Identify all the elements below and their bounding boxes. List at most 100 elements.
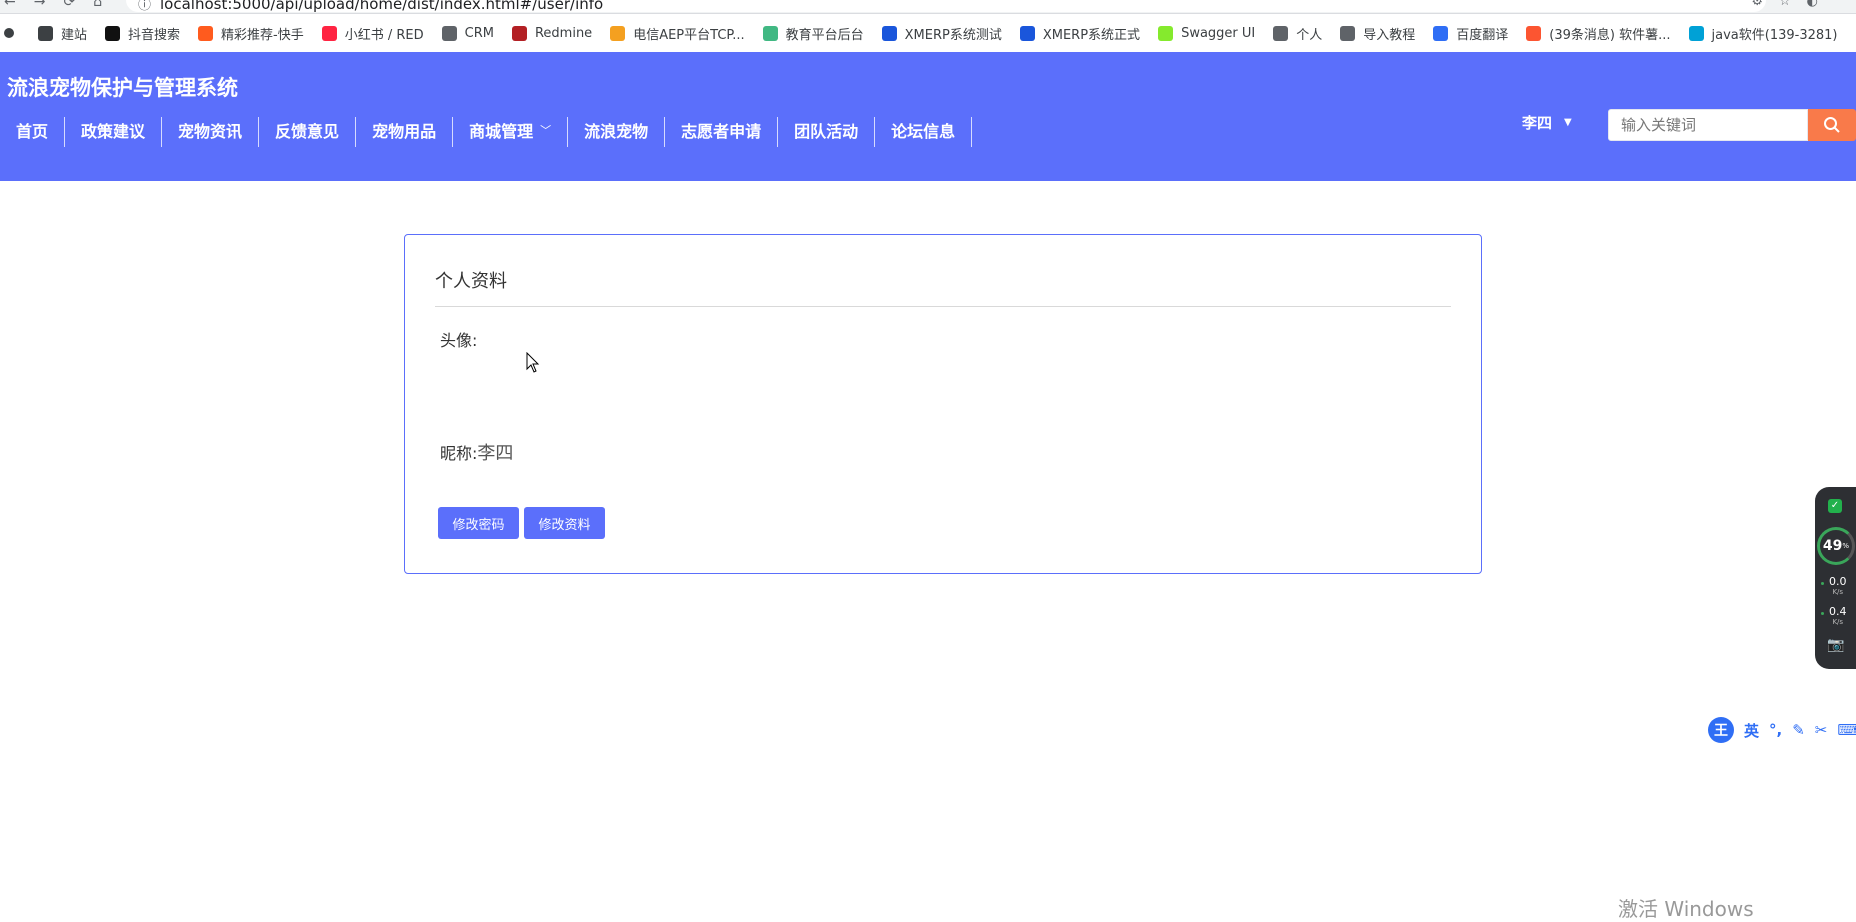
nav-item-label: 团队活动: [794, 122, 859, 141]
nav-item-label: 宠物用品: [372, 122, 437, 141]
usage-percent: 49: [1822, 538, 1843, 554]
bookmark-favicon-icon: [1340, 25, 1356, 41]
scissors-icon[interactable]: ✂: [1815, 721, 1828, 739]
nav-item[interactable]: 反馈意见: [259, 117, 357, 147]
nav-item-label: 志愿者申请: [681, 122, 762, 141]
bookmark-label: 小红书 / RED: [344, 27, 424, 43]
browser-nav-icons[interactable]: ←→⟳⌂: [4, 0, 120, 10]
nav-item[interactable]: 宠物用品: [356, 117, 454, 147]
bookmark-label: 百度翻译: [1456, 27, 1509, 43]
card-title: 个人资料: [435, 271, 507, 292]
chevron-down-icon[interactable]: ﹀: [540, 116, 551, 146]
nickname-label: 昵称:: [440, 444, 478, 463]
nav-item[interactable]: 论坛信息: [875, 117, 973, 147]
card-divider: [435, 306, 1451, 307]
bookmark-item[interactable]: 教育平台后台: [762, 24, 864, 43]
ime-toolbar[interactable]: 王 英 °, ✎ ✂ ⌨: [1708, 715, 1856, 745]
bookmark-label: XMERP系统正式: [1042, 27, 1141, 43]
bookmark-label: 个人: [1296, 27, 1323, 43]
nav-item[interactable]: 志愿者申请: [665, 117, 779, 147]
camera-icon[interactable]: 📷: [1827, 637, 1844, 653]
bookmark-item[interactable]: 百度翻译: [1433, 24, 1508, 43]
punctuation-icon[interactable]: °,: [1769, 721, 1782, 739]
upload-speed: 0.0 K/s: [1829, 576, 1847, 597]
bookmark-item[interactable]: Swagger UI: [1158, 25, 1256, 41]
bookmarks-bar: 建站 抖音搜索 精彩推荐-快手 小红书 / RED CRM Redmine 电信AEP平台T…: [0, 14, 1856, 52]
search-button[interactable]: [1808, 109, 1856, 141]
ime-mode[interactable]: 英: [1744, 720, 1759, 741]
url-text[interactable]: localhost:5000/api/upload/home/dist/inde…: [160, 0, 603, 13]
nav-item-label: 商城管理: [469, 122, 534, 141]
search-input[interactable]: [1608, 109, 1808, 141]
ime-logo[interactable]: 王: [1708, 717, 1734, 743]
avatar-label: 头像:: [440, 331, 478, 350]
nav-item-label: 宠物资讯: [178, 122, 243, 141]
bookmark-favicon-icon: [198, 25, 214, 41]
bookmark-label: 教育平台后台: [785, 27, 864, 43]
bookmark-item[interactable]: XMERP系统测试: [881, 24, 1002, 43]
system-monitor-widget[interactable]: ✓ 49% 0.0 K/s 0.4 K/s 📷: [1815, 487, 1856, 669]
browser-toolbar: ←→⟳⌂ ⓘ localhost:5000/api/upload/home/di…: [0, 0, 1856, 14]
bookmark-item[interactable]: 个人: [1273, 24, 1322, 43]
bookmark-item[interactable]: 精彩推荐-快手: [198, 24, 304, 43]
bookmark-favicon-icon: [762, 25, 778, 41]
shield-check-icon: ✓: [1828, 499, 1842, 513]
bookmark-item[interactable]: 抖音搜索: [105, 24, 180, 43]
apps-icon[interactable]: [4, 28, 20, 38]
bookmark-favicon-icon: [881, 25, 897, 41]
bookmark-label: java软件(139-3281): [1711, 27, 1838, 43]
download-dot-icon: [1821, 612, 1824, 615]
bookmark-item[interactable]: Redmine: [511, 25, 593, 41]
edit-profile-button[interactable]: 修改资料: [524, 507, 605, 539]
bookmark-item[interactable]: CRM: [441, 25, 494, 41]
info-icon[interactable]: ⓘ: [138, 0, 151, 13]
bookmark-label: Swagger UI: [1181, 25, 1256, 41]
bookmark-item[interactable]: java软件(139-3281): [1688, 24, 1838, 43]
nav-item[interactable]: 首页: [0, 117, 66, 147]
caret-down-icon[interactable]: ▼: [1564, 117, 1572, 128]
nav-item-label: 首页: [16, 122, 49, 141]
bookmark-favicon-icon: [1688, 25, 1704, 41]
bookmark-item[interactable]: 小红书 / RED: [321, 24, 424, 43]
nickname-value: 李四: [477, 443, 514, 464]
nav-item[interactable]: 商城管理 ﹀: [453, 116, 569, 147]
user-name[interactable]: 李四: [1522, 112, 1552, 133]
upload-speed-unit: K/s: [1832, 588, 1844, 596]
nav-item-label: 政策建议: [81, 122, 146, 141]
nav-item-label: 反馈意见: [275, 122, 340, 141]
bookmark-label: Redmine: [534, 25, 593, 41]
bookmark-item[interactable]: 导入教程: [1340, 24, 1415, 43]
nav-item[interactable]: 团队活动: [778, 117, 876, 147]
nav-item[interactable]: 宠物资讯: [162, 117, 260, 147]
bookmark-label: CRM: [464, 25, 494, 41]
download-speed: 0.4 K/s: [1829, 606, 1847, 627]
keyboard-icon[interactable]: ⌨: [1837, 721, 1856, 739]
nav-item[interactable]: 流浪宠物: [568, 117, 666, 147]
bookmark-item[interactable]: XMERP系统正式: [1019, 24, 1141, 43]
search-icon: [1824, 117, 1840, 133]
bookmark-favicon-icon: [1526, 25, 1542, 41]
bookmark-favicon-icon: [1433, 25, 1449, 41]
bookmark-favicon-icon: [105, 25, 121, 41]
upload-dot-icon: [1821, 582, 1824, 585]
site-header: 流浪宠物保护与管理系统 首页 政策建议 宠物资讯 反馈意见 宠物用品 商城管理 ﹀ 流浪宠物 志…: [0, 52, 1856, 181]
bookmark-item[interactable]: 建站: [38, 24, 87, 43]
bookmark-label: 电信AEP平台TCP...: [633, 27, 745, 43]
bookmark-label: 精彩推荐-快手: [221, 27, 304, 43]
bookmark-favicon-icon: [38, 25, 53, 41]
bookmark-label: 建站: [61, 27, 88, 43]
bookmark-item[interactable]: 电信AEP平台TCP...: [610, 24, 745, 43]
user-menu[interactable]: 李四 ▼: [1522, 112, 1572, 133]
bookmark-item[interactable]: (39条消息) 软件薯...: [1526, 24, 1671, 43]
bookmark-label: 抖音搜索: [128, 27, 181, 43]
windows-activation-watermark: 激活 Windows: [1618, 897, 1754, 921]
bookmark-favicon-icon: [1273, 25, 1289, 41]
bookmark-favicon-icon: [1019, 25, 1035, 41]
pen-icon[interactable]: ✎: [1792, 721, 1805, 739]
download-speed-unit: K/s: [1832, 618, 1844, 626]
change-password-button[interactable]: 修改密码: [438, 507, 519, 539]
usage-ring: 49%: [1817, 527, 1855, 565]
bookmark-label: (39条消息) 软件薯...: [1549, 27, 1671, 43]
nav-item[interactable]: 政策建议: [65, 117, 163, 147]
browser-action-icons[interactable]: ⚙☆◐: [1751, 0, 1834, 9]
